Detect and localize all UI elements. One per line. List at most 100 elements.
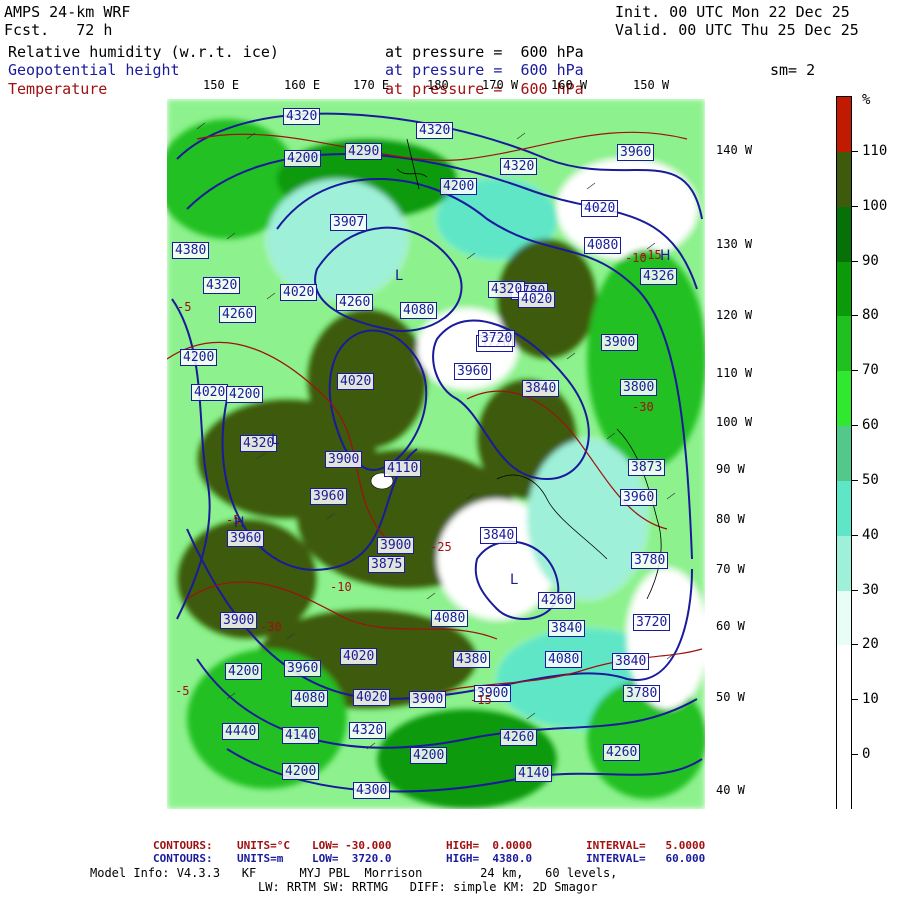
height-contour-label: 4200 — [225, 663, 263, 680]
model-title: AMPS 24-km WRF — [4, 3, 131, 21]
height-contour-label: 4020 — [280, 284, 318, 301]
colorbar-segment — [837, 316, 851, 372]
model-info-physics: LW: RRTM SW: RRTMG DIFF: simple KM: 2D S… — [258, 880, 598, 894]
temperature-contour-label: -30 — [260, 620, 282, 634]
height-contour-label: 4200 — [440, 178, 478, 195]
height-contour-label: 4200 — [410, 747, 448, 764]
height-contour-label: 4080 — [545, 651, 583, 668]
colorbar-tick-label: 20 — [862, 636, 879, 653]
colorbar-tick-mark — [852, 425, 858, 427]
colorbar-tick-label: 80 — [862, 307, 879, 324]
side-lon-label: 70 W — [716, 562, 745, 576]
t-contours-low: LOW= -30.000 — [312, 839, 392, 852]
height-contour-label: 3840 — [612, 653, 650, 670]
height-contour-label: 3960 — [620, 489, 658, 506]
pressure-center-label: L — [510, 572, 518, 588]
height-contour-label: 4260 — [219, 306, 257, 323]
colorbar-segment — [837, 590, 851, 646]
colorbar-tick-mark — [852, 589, 858, 591]
colorbar-tick-label: 0 — [862, 746, 871, 763]
height-contour-label: 4200 — [180, 349, 218, 366]
side-lon-label: 40 W — [716, 783, 745, 797]
colorbar-segment — [837, 426, 851, 482]
lon-label: 150 E — [203, 78, 240, 92]
height-contour-label: 3720 — [633, 614, 671, 631]
height-contour-label: 4320 — [283, 108, 321, 125]
height-contour-label: 3960 — [454, 363, 492, 380]
z-contours-low: LOW= 3720.0 — [312, 852, 392, 865]
field-z-name: Geopotential height — [8, 61, 180, 79]
height-contour-label: 4200 — [284, 150, 322, 167]
height-contour-label: 3900 — [220, 612, 258, 629]
height-contour-label: 4320 — [500, 158, 538, 175]
side-lon-label: 120 W — [716, 308, 753, 322]
pressure-center-label: H — [234, 515, 245, 531]
colorbar-segment — [837, 261, 851, 317]
colorbar-tick-label: 10 — [862, 691, 879, 708]
field-t-name: Temperature — [8, 80, 108, 98]
temperature-contour-label: -15 — [470, 693, 492, 707]
height-contour-label: 4080 — [400, 302, 438, 319]
height-contour-label: 3840 — [522, 380, 560, 397]
height-contour-label: 4140 — [515, 765, 553, 782]
height-contour-label: 4020 — [581, 200, 619, 217]
side-lon-label: 80 W — [716, 512, 745, 526]
forecast-hour: Fcst. 72 h — [4, 21, 113, 39]
colorbar-segment — [837, 535, 851, 592]
colorbar-tick-mark — [852, 150, 858, 152]
height-contour-label: 3875 — [368, 556, 406, 573]
height-contour-label: 4380 — [453, 651, 491, 668]
z-contours-interval: INTERVAL= 60.000 — [586, 852, 706, 865]
colorbar-segment — [837, 480, 851, 537]
temperature-contour-label: -15 — [640, 248, 662, 262]
height-contour-label: 3720 — [478, 330, 516, 347]
height-contour-label: 3900 — [377, 537, 415, 554]
colorbar-tick-mark — [852, 370, 858, 372]
colorbar-segment — [837, 371, 851, 427]
height-contour-label: 4200 — [282, 763, 320, 780]
height-contour-label: 4260 — [603, 744, 641, 761]
height-contour-label: 4140 — [282, 727, 320, 744]
temperature-contour-label: -5 — [177, 300, 192, 314]
lon-label: 170 W — [482, 78, 519, 92]
height-contour-label: 3900 — [325, 451, 363, 468]
height-contour-label: 4020 — [518, 291, 556, 308]
pressure-center-label: H — [660, 248, 671, 264]
colorbar-tick-mark — [852, 260, 858, 262]
height-contour-label: 4320 — [349, 722, 387, 739]
colorbar-tick-label: 60 — [862, 417, 879, 434]
height-contour-label: 4326 — [640, 268, 678, 285]
rh-colorbar — [836, 96, 852, 811]
height-contour-label: 4260 — [500, 729, 538, 746]
field-z-level: at pressure = 600 hPa — [385, 61, 584, 79]
colorbar-segment — [837, 206, 851, 263]
colorbar-tick-mark — [852, 699, 858, 701]
height-contour-label: 3900 — [601, 334, 639, 351]
height-contour-label: 4290 — [345, 143, 383, 160]
height-contour-label: 4020 — [337, 373, 375, 390]
smoothing-label: sm= 2 — [770, 61, 816, 79]
side-lon-label: 60 W — [716, 619, 745, 633]
height-contour-label: 4300 — [353, 782, 391, 799]
colorbar-tick-mark — [852, 754, 858, 756]
colorbar-segment — [837, 755, 851, 811]
height-contour-label: 3873 — [628, 459, 666, 476]
height-contour-label: 4320 — [203, 277, 241, 294]
colorbar-tick-label: 50 — [862, 471, 879, 488]
side-lon-label: 140 W — [716, 143, 753, 157]
height-contour-label: 3780 — [623, 685, 661, 702]
colorbar-segment — [837, 97, 851, 153]
t-contours-interval: INTERVAL= 5.0000 — [586, 839, 706, 852]
colorbar-tick-mark — [852, 644, 858, 646]
colorbar-tick-label: 100 — [862, 197, 888, 214]
height-contour-label: 3840 — [480, 527, 518, 544]
height-contour-label: 4020 — [340, 648, 378, 665]
height-contour-label: 4260 — [336, 294, 374, 311]
field-rh-level: at pressure = 600 hPa — [385, 43, 584, 61]
t-contours-high: HIGH= 0.0000 — [446, 839, 533, 852]
lon-label: 160 W — [551, 78, 588, 92]
height-contour-label: 3907 — [330, 214, 368, 231]
height-contour-label: 4320 — [416, 122, 454, 139]
colorbar-unit: % — [862, 92, 871, 108]
temperature-contour-label: -10 — [330, 580, 352, 594]
